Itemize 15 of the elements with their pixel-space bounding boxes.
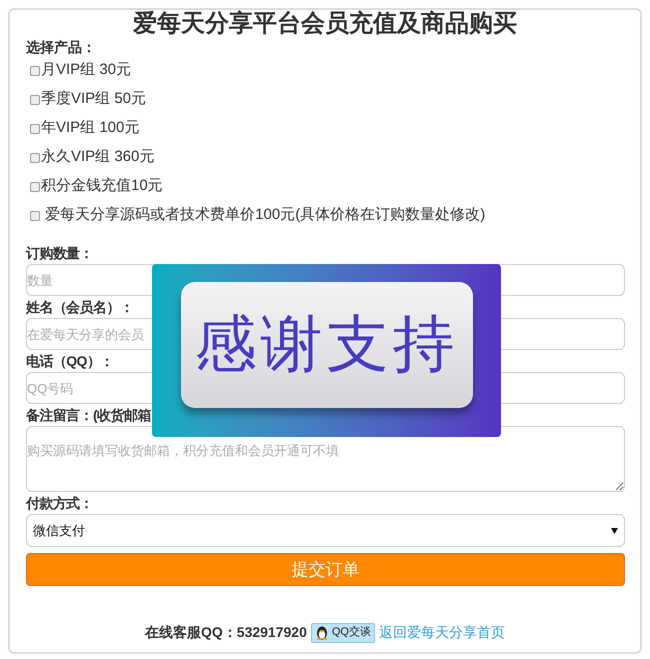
option-label: 爱每天分享源码或者技术费单价100元(具体价格在订购数量处修改) — [44, 205, 486, 226]
option-label: 积分金钱充值10元 — [41, 176, 163, 196]
option-label: 永久VIP组 360元 — [41, 147, 154, 168]
field-label: 选择产品： — [26, 38, 97, 56]
page-title: 爱每天分享平台会员充值及商品购买 — [132, 10, 518, 38]
field-label: 备注留言：(收货邮箱 — [26, 406, 152, 425]
service-text: 在线客服QQ：532917920 — [145, 623, 307, 642]
field-label: 付款方式： — [26, 494, 94, 513]
field-label: 姓名（会员名）： — [26, 298, 134, 317]
option-label: 季度VIP组 50元 — [41, 89, 146, 110]
banner-text: 感谢支持 — [180, 282, 472, 408]
field-label: 订购数量： — [26, 244, 94, 263]
option-label: 月VIP组 30元 — [41, 60, 132, 80]
option-label: 年VIP组 100元 — [41, 118, 140, 138]
field-label: 电话（QQ）： — [26, 352, 115, 371]
